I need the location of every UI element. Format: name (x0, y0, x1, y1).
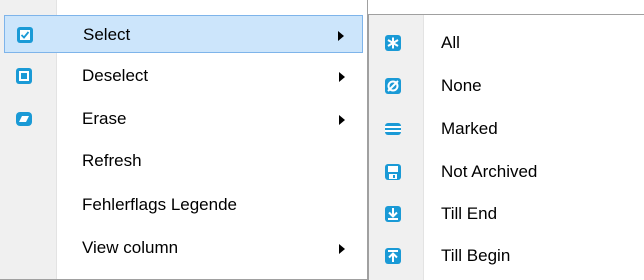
submenu-arrow-icon (339, 72, 345, 82)
menu-item-deselect[interactable]: Deselect (4, 57, 363, 95)
submenu-arrow-icon (338, 31, 344, 41)
menu-item-label: Refresh (82, 151, 142, 170)
menu-item-label: Deselect (82, 66, 149, 85)
submenu-item-till-end[interactable]: Till End (371, 195, 644, 233)
asterisk-icon (383, 33, 403, 53)
menu-item-view-column[interactable]: View column (4, 229, 363, 267)
arrow-to-begin-icon (383, 246, 403, 266)
floppy-disk-icon (383, 162, 403, 182)
marked-lines-icon (383, 119, 403, 139)
submenu-arrow-icon (339, 244, 345, 254)
submenu-item-marked[interactable]: Marked (371, 110, 644, 148)
menu-item-select[interactable]: Select (4, 15, 363, 53)
menu-item-fehlerflags-legende[interactable]: Fehlerflags Legende (4, 186, 363, 224)
submenu-item-till-begin[interactable]: Till Begin (371, 237, 644, 275)
empty-set-icon (383, 76, 403, 96)
select-submenu: All None Marked Not Archived Till End Ti… (368, 14, 644, 280)
menu-item-refresh[interactable]: Refresh (4, 142, 363, 180)
submenu-arrow-icon (339, 115, 345, 125)
menu-item-label: Marked (441, 119, 498, 138)
context-menu: Select Deselect Erase Refresh Fehlerflag… (0, 0, 368, 280)
menu-item-label: View column (82, 238, 179, 257)
menu-item-label: None (441, 76, 482, 95)
arrow-to-end-icon (383, 204, 403, 224)
submenu-item-not-archived[interactable]: Not Archived (371, 153, 644, 191)
submenu-item-none[interactable]: None (371, 67, 644, 105)
menu-item-label: Select (83, 25, 131, 44)
menu-item-label: Till Begin (441, 246, 511, 265)
menu-item-label: Till End (441, 204, 498, 223)
menu-item-label: Not Archived (441, 162, 538, 181)
menu-item-label: All (441, 33, 460, 52)
menu-item-label: Erase (82, 109, 127, 128)
eraser-icon (14, 109, 34, 129)
deselect-square-icon (14, 66, 34, 86)
menu-item-label: Fehlerflags Legende (82, 195, 238, 214)
menu-item-erase[interactable]: Erase (4, 100, 363, 138)
select-checkbox-icon (15, 25, 35, 45)
submenu-item-all[interactable]: All (371, 24, 644, 62)
